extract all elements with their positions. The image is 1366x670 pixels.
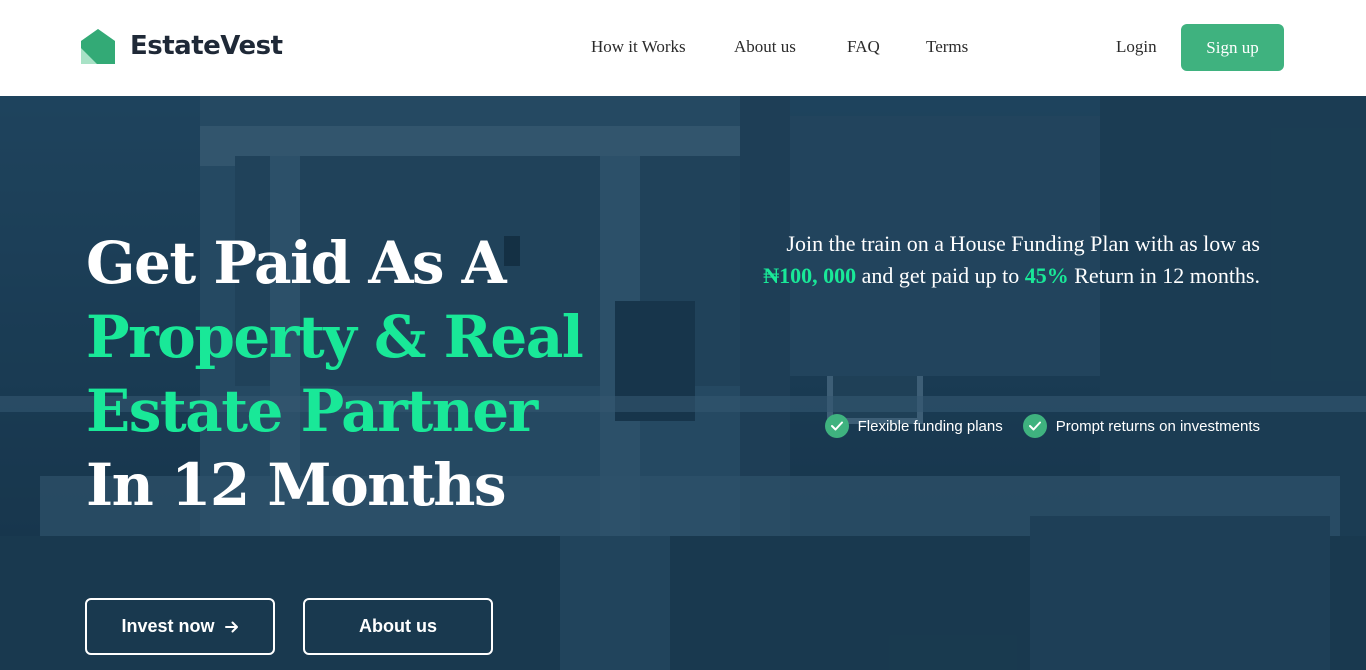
hero-intro: Join the train on a House Funding Plan w… (740, 228, 1260, 292)
feature-label: Flexible funding plans (857, 417, 1003, 435)
headline-line-3: Estate Partner (86, 377, 538, 445)
logo[interactable]: EstateVest (80, 28, 283, 64)
headline-line-1: Get Paid As A (86, 229, 507, 297)
signup-button[interactable]: Sign up (1181, 24, 1284, 71)
hero-headline: Get Paid As A Property & Real Estate Par… (86, 226, 584, 522)
nav-how-it-works[interactable]: How it Works (591, 37, 686, 57)
feature-item: Flexible funding plans (824, 414, 1003, 438)
house-icon (81, 29, 115, 64)
about-us-button[interactable]: About us (303, 598, 493, 655)
intro-text-1: Join the train on a House Funding Plan w… (786, 231, 1260, 256)
feature-item: Prompt returns on investments (1022, 414, 1260, 438)
check-icon (1022, 414, 1047, 438)
hero-section: Get Paid As A Property & Real Estate Par… (0, 96, 1366, 670)
intro-amount: ₦100, 000 (763, 263, 857, 288)
brand-name: EstateVest (130, 31, 283, 61)
invest-now-button[interactable]: Invest now (85, 598, 275, 655)
intro-text-2: and get paid up to (861, 263, 1020, 288)
check-icon (824, 414, 849, 438)
login-link[interactable]: Login (1116, 37, 1157, 57)
intro-rate: 45% (1024, 263, 1069, 288)
site-header: EstateVest How it Works About us FAQ Ter… (0, 0, 1366, 96)
feature-list: Flexible funding plans Prompt returns on… (805, 414, 1260, 438)
arrow-right-icon (224, 620, 239, 634)
feature-label: Prompt returns on investments (1055, 417, 1260, 435)
intro-text-3: Return in 12 months. (1074, 263, 1260, 288)
invest-now-label: Invest now (121, 616, 215, 636)
nav-faq[interactable]: FAQ (847, 37, 880, 57)
nav-terms[interactable]: Terms (926, 37, 968, 57)
nav-about-us[interactable]: About us (734, 37, 796, 57)
headline-line-4: In 12 Months (86, 451, 507, 519)
headline-line-2: Property & Real (86, 303, 584, 371)
